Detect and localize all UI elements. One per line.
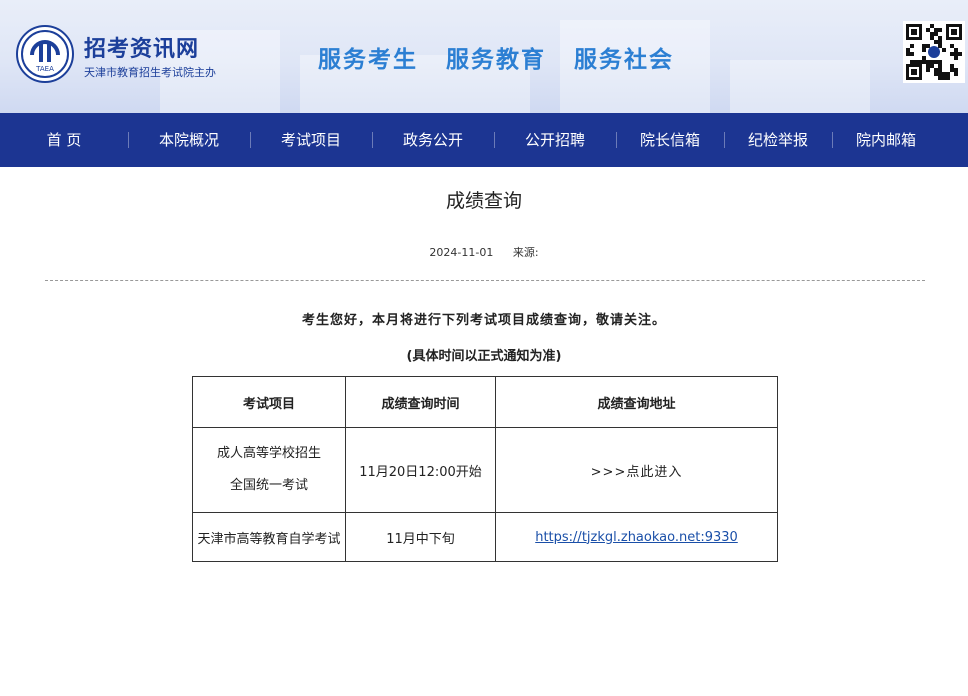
nav-exams[interactable]: 考试项目: [250, 113, 372, 167]
slogan-3: 服务社会: [574, 46, 675, 73]
nav-discipline-report[interactable]: 纪检举报: [724, 113, 832, 167]
notice-subtext: (具体时间以正式通知为准): [406, 349, 562, 364]
project-line-2: 全国统一考试: [229, 478, 308, 493]
nav-home[interactable]: 首 页: [0, 113, 128, 167]
project-line-1: 成人高等学校招生: [216, 446, 321, 461]
main-nav: 首 页 本院概况 考试项目 政务公开 公开招聘 院长信箱 纪检举报 院内邮箱: [0, 113, 968, 167]
article-content: 成绩查询 2024-11-01 来源: 考生您好，本月将进行下列考试项目成绩查询…: [0, 167, 968, 696]
logo-text: TAEA: [35, 65, 54, 73]
site-name[interactable]: 招考资讯网: [84, 31, 199, 63]
col-header-time: 成绩查询时间: [345, 376, 496, 428]
slogan-1: 服务考生: [318, 46, 418, 73]
col-header-address: 成绩查询地址: [495, 376, 778, 428]
table-row: 成人高等学校招生 全国统一考试 11月20日12:00开始 >>>点此进入: [192, 427, 778, 513]
table-row: 天津市高等教育自学考试 11月中下旬 https://tjzkgl.zhaoka…: [192, 512, 778, 562]
site-subtitle: 天津市教育招生考试院主办: [84, 66, 216, 79]
slogan: 服务考生 服务教育 服务社会: [318, 40, 692, 74]
table-header-row: 考试项目 成绩查询时间 成绩查询地址: [192, 376, 778, 428]
score-query-table: 考试项目 成绩查询时间 成绩查询地址 成人高等学校招生 全国统一考试 11月20…: [192, 376, 778, 562]
nav-recruitment[interactable]: 公开招聘: [494, 113, 616, 167]
notice-text: 考生您好，本月将进行下列考试项目成绩查询，敬请关注。: [301, 313, 666, 328]
header-banner: TAEA 招考资讯网 天津市教育招生考试院主办 服务考生 服务教育 服务社会: [0, 0, 968, 113]
article-meta: 2024-11-01 来源:: [0, 244, 968, 260]
cell-project: 成人高等学校招生 全国统一考试: [192, 427, 346, 513]
cell-address: >>>点此进入: [495, 427, 778, 513]
source-label: 来源:: [512, 246, 539, 259]
slogan-2: 服务教育: [446, 46, 547, 73]
nav-internal-mail[interactable]: 院内邮箱: [832, 113, 940, 167]
qr-code-icon: [903, 21, 965, 83]
col-header-project: 考试项目: [192, 376, 346, 428]
site-logo-icon[interactable]: TAEA: [16, 25, 74, 83]
page-title: 成绩查询: [445, 190, 522, 212]
nav-about[interactable]: 本院概况: [128, 113, 250, 167]
score-query-url-link[interactable]: https://tjzkgl.zhaokao.net:9330: [535, 530, 738, 545]
enter-link[interactable]: >>>点此进入: [591, 465, 683, 480]
publish-date: 2024-11-01: [429, 246, 494, 259]
cell-address: https://tjzkgl.zhaokao.net:9330: [495, 512, 778, 562]
nav-public-affairs[interactable]: 政务公开: [372, 113, 494, 167]
divider: [45, 280, 925, 281]
cell-project: 天津市高等教育自学考试: [192, 512, 346, 562]
cell-time: 11月20日12:00开始: [345, 427, 496, 513]
cell-time: 11月中下旬: [345, 512, 496, 562]
nav-president-mailbox[interactable]: 院长信箱: [616, 113, 724, 167]
